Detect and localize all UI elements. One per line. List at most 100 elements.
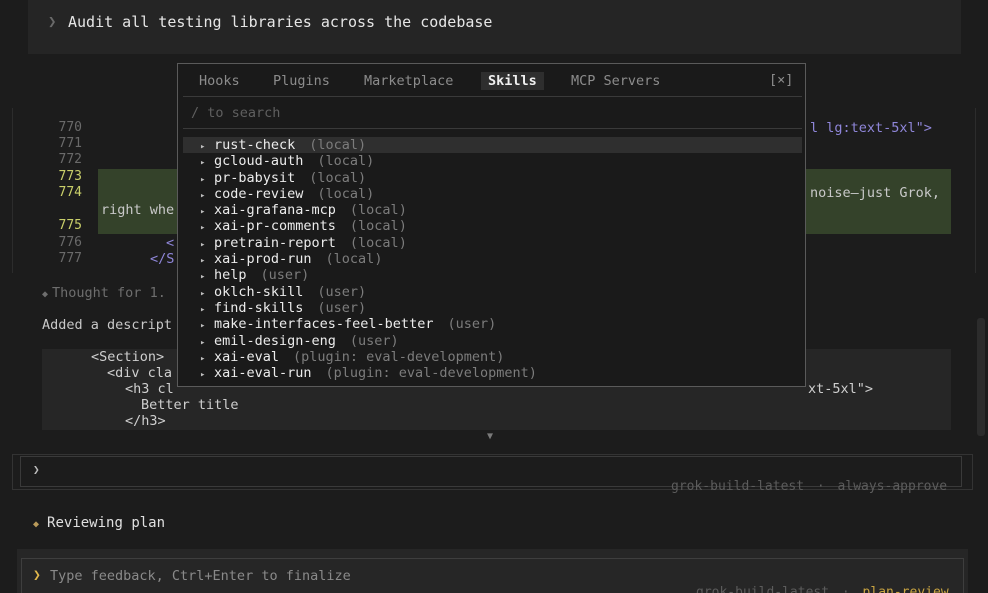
skill-source: (local)	[349, 202, 407, 219]
line-number: 771	[58, 136, 82, 151]
code-line: <Section>	[91, 349, 165, 365]
code-line: right whe	[101, 202, 175, 218]
top-prompt-text: Audit all testing libraries across the c…	[68, 13, 493, 31]
separator: ·	[816, 479, 825, 494]
skill-source: (user)	[260, 267, 310, 284]
skill-name: help	[214, 267, 247, 284]
feedback-placeholder: Type feedback, Ctrl+Enter to finalize	[50, 568, 351, 584]
code-line: </S	[150, 251, 175, 267]
tab-hooks[interactable]: Hooks	[192, 72, 247, 90]
line-number: 774	[58, 185, 82, 200]
tab-marketplace[interactable]: Marketplace	[357, 72, 460, 90]
skill-source: (user)	[349, 332, 399, 349]
line-number: 770	[58, 120, 82, 135]
line-number: 777	[58, 251, 82, 266]
skill-item[interactable]: ▸ make-interfaces-feel-better (user)	[183, 316, 802, 332]
scroll-down-icon[interactable]: ▼	[487, 431, 493, 442]
chevron-icon: ❯	[48, 14, 57, 30]
skill-name: rust-check	[214, 137, 296, 153]
skill-source: (local)	[317, 185, 375, 202]
status-line: grok-build-latest · always-approve	[671, 479, 947, 494]
skill-item[interactable]: ▸ pr-babysit (local)	[183, 170, 802, 186]
line-number: 773	[58, 169, 82, 184]
code-line: </h3>	[125, 413, 166, 429]
skill-name: code-review	[214, 185, 304, 202]
code-line-right: l lg:text-5xl">	[810, 120, 932, 136]
chevron-icon: ❯	[33, 463, 40, 476]
skill-item[interactable]: ▸ gcloud-auth (local)	[183, 153, 802, 169]
skill-item[interactable]: ▸ emil-design-eng (user)	[183, 333, 802, 349]
approval-mode: always-approve	[837, 479, 948, 494]
skill-name: xai-pr-comments	[214, 218, 336, 235]
code-line-right: noise—just Grok,	[810, 185, 941, 201]
model-name: grok-build-latest	[696, 585, 830, 593]
status-line: grok-build-latest · plan-review	[696, 585, 949, 593]
skill-source: (plugin: eval-development)	[293, 348, 505, 365]
search-input[interactable]: / to search	[183, 96, 802, 129]
skills-modal: Hooks Plugins Marketplace Skills MCP Ser…	[177, 63, 806, 387]
mode-name: plan-review	[862, 585, 949, 593]
skill-item[interactable]: ▸ find-skills (user)	[183, 300, 802, 316]
skill-name: xai-eval	[214, 348, 280, 365]
skill-source: (local)	[325, 251, 383, 268]
code-line: <div cla	[107, 365, 173, 381]
bullet-icon: ▸	[200, 370, 206, 381]
code-line-right: xt-5xl">	[808, 381, 874, 397]
skill-item[interactable]: ▸ oklch-skill (user)	[183, 284, 802, 300]
modal-tabs: Hooks Plugins Marketplace Skills MCP Ser…	[178, 64, 805, 96]
code-line: Better title	[141, 397, 239, 413]
separator: ·	[841, 585, 850, 593]
scrollbar[interactable]	[977, 318, 985, 436]
thought-text: Thought for 1.	[52, 285, 166, 301]
skill-source: (plugin: eval-development)	[325, 365, 537, 382]
skill-name: xai-eval-run	[214, 365, 312, 382]
skill-source: (local)	[317, 153, 375, 170]
skill-source: (user)	[447, 316, 497, 333]
skill-name: find-skills	[214, 299, 304, 316]
tab-mcp-servers[interactable]: MCP Servers	[564, 72, 667, 90]
diamond-icon: ◆	[42, 289, 49, 300]
skill-source: (local)	[349, 218, 407, 235]
code-line: <h3 cl	[125, 381, 174, 397]
skill-name: pr-babysit	[214, 169, 296, 186]
skill-item[interactable]: ▸ rust-check (local)	[183, 137, 802, 154]
skill-name: emil-design-eng	[214, 332, 336, 349]
skill-name: xai-prod-run	[214, 251, 312, 268]
skill-source: (user)	[317, 299, 367, 316]
tab-skills[interactable]: Skills	[481, 72, 544, 90]
skill-item[interactable]: ▸ xai-eval-run (plugin: eval-development)	[183, 365, 802, 381]
reviewing-text: Reviewing plan	[47, 515, 166, 531]
chevron-icon: ❯	[33, 568, 41, 583]
skill-source: (local)	[309, 137, 367, 153]
line-number: 775	[58, 218, 82, 233]
skill-item[interactable]: ▸ pretrain-report (local)	[183, 235, 802, 251]
skill-item[interactable]: ▸ xai-eval (plugin: eval-development)	[183, 349, 802, 365]
skill-item[interactable]: ▸ xai-pr-comments (local)	[183, 218, 802, 234]
skill-item[interactable]: ▸ code-review (local)	[183, 186, 802, 202]
skill-name: xai-grafana-mcp	[214, 202, 336, 219]
skill-name: make-interfaces-feel-better	[214, 316, 434, 333]
skills-list: ▸ rust-check (local) ▸ gcloud-auth (local) ▸ pr…	[183, 137, 802, 381]
close-button[interactable]: [×]	[769, 72, 793, 88]
top-prompt: ❯ Audit all testing libraries across the…	[28, 0, 961, 54]
skill-name: oklch-skill	[214, 283, 304, 300]
assistant-message: Added a descript	[42, 317, 173, 333]
skill-item[interactable]: ▸ xai-grafana-mcp (local)	[183, 202, 802, 218]
transcript-frame-left	[12, 108, 13, 273]
skill-name: pretrain-report	[214, 234, 336, 251]
skill-source: (user)	[317, 283, 367, 300]
skill-item[interactable]: ▸ help (user)	[183, 267, 802, 283]
skill-name: gcloud-auth	[214, 153, 304, 170]
skill-source: (local)	[309, 169, 367, 186]
line-number: 776	[58, 235, 82, 250]
model-name: grok-build-latest	[671, 479, 805, 494]
reviewing-status: ◆ Reviewing plan	[33, 515, 165, 531]
code-line: <	[166, 235, 175, 251]
skill-source: (local)	[349, 234, 407, 251]
tab-plugins[interactable]: Plugins	[266, 72, 337, 90]
search-placeholder: / to search	[191, 105, 281, 121]
diamond-icon: ◆	[33, 519, 40, 530]
skill-item[interactable]: ▸ xai-prod-run (local)	[183, 251, 802, 267]
thought-line: ◆ Thought for 1.	[42, 285, 166, 301]
transcript-frame-right	[975, 108, 976, 273]
